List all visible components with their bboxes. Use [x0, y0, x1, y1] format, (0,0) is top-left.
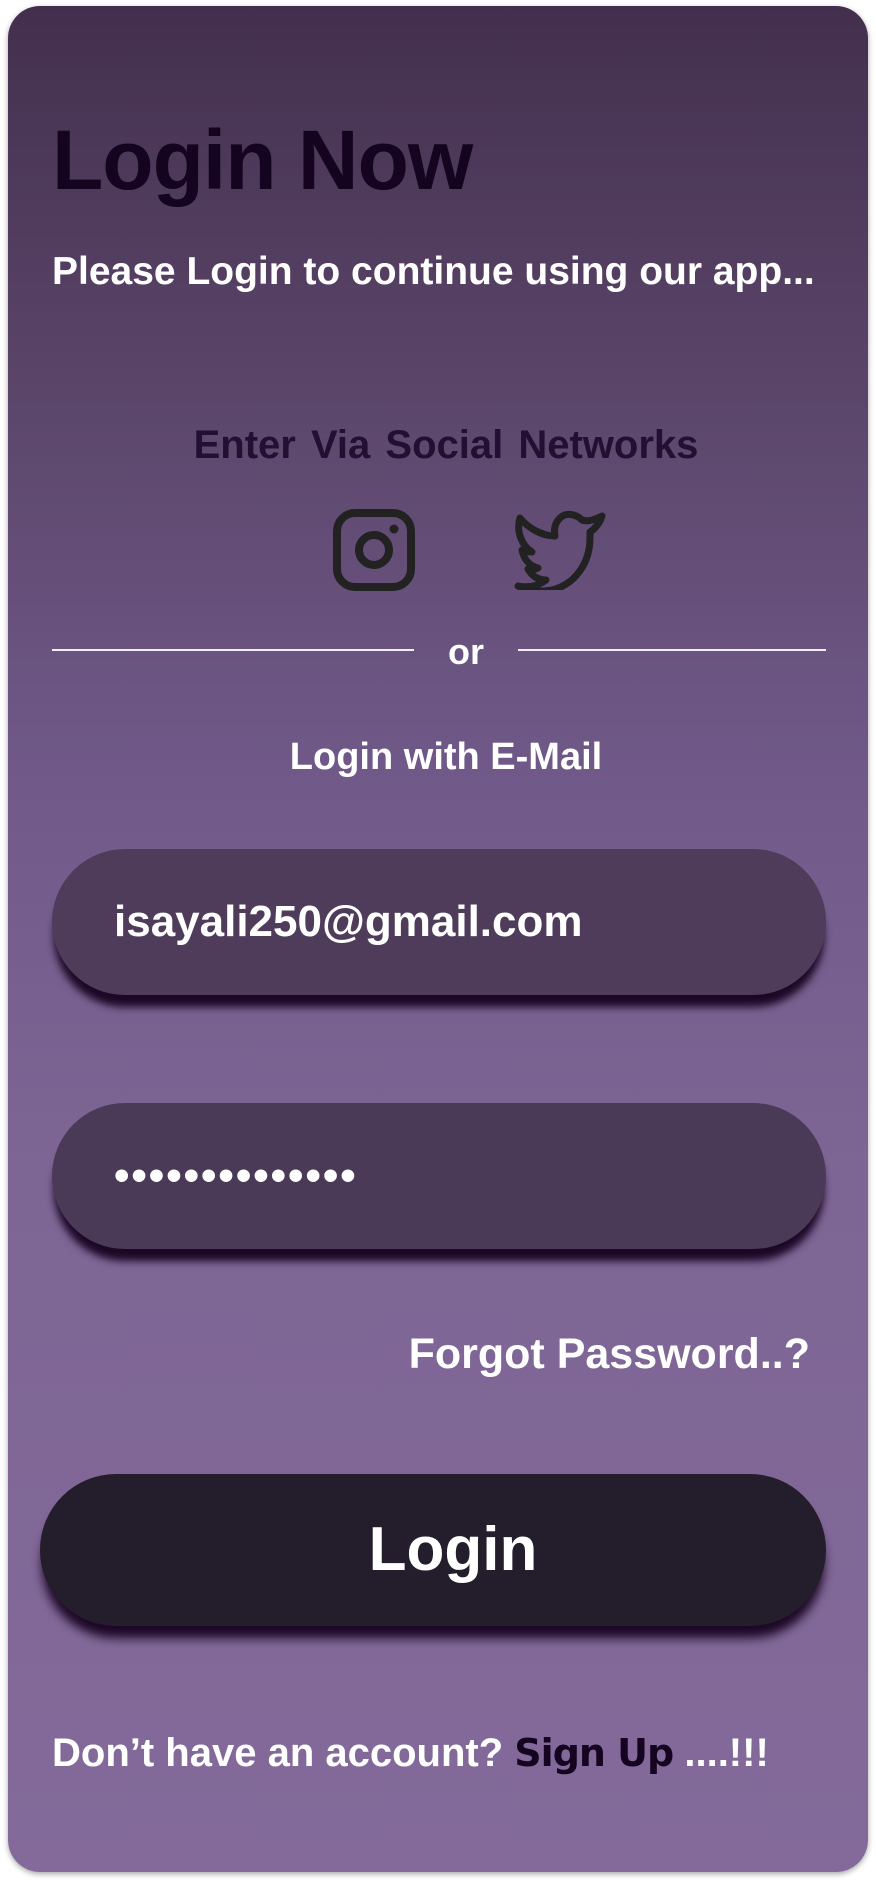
divider-left [52, 649, 414, 651]
page-subtitle: Please Login to continue using our app..… [52, 250, 815, 293]
forgot-password-link[interactable]: Forgot Password..? [409, 1333, 810, 1376]
signup-link[interactable]: Sign Up [514, 1731, 674, 1775]
or-label: or [448, 631, 484, 672]
twitter-icon [514, 510, 606, 590]
signup-row: Don’t have an account? Sign Up ....!!! [52, 1733, 769, 1773]
email-login-heading: Login with E-Mail [289, 736, 603, 778]
email-field[interactable] [52, 849, 826, 995]
signup-prompt: Don’t have an account? [52, 1731, 515, 1775]
login-button[interactable]: Login [40, 1474, 826, 1626]
login-card: Login Now Please Login to continue using… [8, 6, 868, 1872]
login-button-label: Login [368, 1515, 538, 1584]
twitter-login-button[interactable] [512, 502, 608, 598]
email-input[interactable] [114, 897, 794, 947]
divider-right [518, 649, 826, 651]
signup-suffix: ....!!! [673, 1731, 769, 1775]
instagram-login-button[interactable] [326, 502, 422, 598]
password-field[interactable]: •••••••••••••• [52, 1103, 826, 1249]
password-input[interactable]: •••••••••••••• [114, 1151, 794, 1201]
instagram-icon [333, 509, 415, 591]
social-heading: Enter Via Social Networks [193, 423, 699, 467]
page-title: Login Now [52, 113, 473, 207]
